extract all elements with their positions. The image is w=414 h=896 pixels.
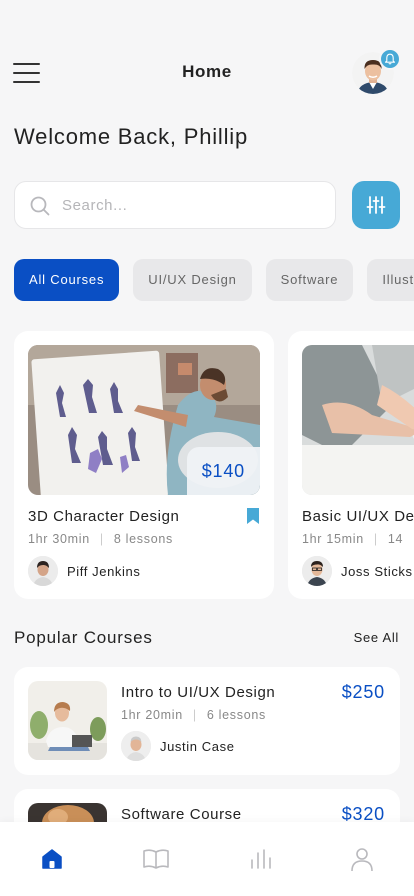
course-lessons: 8 lessons bbox=[113, 532, 173, 546]
chip-software[interactable]: Software bbox=[265, 259, 354, 301]
popular-courses-heading: Popular Courses bbox=[14, 628, 153, 647]
top-header: Home bbox=[0, 48, 414, 98]
course-card[interactable]: $140 3D Character Design 1hr 30min | 8 les… bbox=[14, 331, 274, 599]
profile-avatar[interactable] bbox=[352, 48, 401, 96]
course-card[interactable]: Basic UI/UX De 1hr 15min | 14 Joss Sticks bbox=[288, 331, 414, 599]
filter-button[interactable] bbox=[352, 181, 400, 229]
search-bar[interactable] bbox=[14, 181, 336, 229]
course-lessons: 14 bbox=[387, 532, 404, 546]
bottom-tab-bar bbox=[0, 822, 414, 896]
category-chips: All Courses UI/UX Design Software Illust bbox=[14, 259, 414, 301]
course-price: $140 bbox=[186, 447, 260, 495]
bookmark-icon[interactable] bbox=[246, 507, 260, 525]
course-author: Justin Case bbox=[121, 731, 235, 761]
search-input[interactable] bbox=[62, 182, 327, 228]
course-thumbnail bbox=[302, 345, 414, 495]
course-title: Intro to UI/UX Design bbox=[121, 684, 276, 701]
bell-icon bbox=[384, 53, 396, 65]
tab-profile[interactable] bbox=[347, 844, 377, 874]
chip-all-courses[interactable]: All Courses bbox=[14, 259, 120, 301]
notification-badge[interactable] bbox=[379, 48, 401, 70]
home-icon bbox=[42, 849, 62, 869]
course-title: Software Course bbox=[121, 806, 242, 823]
course-meta: 1hr 15min | 14 bbox=[302, 532, 403, 546]
course-author: Joss Sticks bbox=[302, 556, 413, 586]
course-duration: 1hr 15min bbox=[302, 532, 364, 546]
chip-ui-ux-design[interactable]: UI/UX Design bbox=[133, 259, 252, 301]
profile-icon bbox=[351, 848, 373, 872]
course-author: Piff Jenkins bbox=[28, 556, 140, 586]
author-avatar bbox=[121, 731, 151, 761]
author-name: Justin Case bbox=[160, 738, 235, 754]
course-meta: 1hr 30min | 8 lessons bbox=[28, 532, 173, 546]
featured-course-carousel: $140 3D Character Design 1hr 30min | 8 les… bbox=[14, 331, 414, 599]
popular-course-item[interactable]: Intro to UI/UX Design $250 1hr 20min | 6 l… bbox=[14, 667, 400, 775]
course-meta: 1hr 20min | 6 lessons bbox=[121, 708, 266, 722]
course-price: $250 bbox=[341, 682, 385, 702]
search-icon bbox=[30, 196, 50, 216]
author-name: Joss Sticks bbox=[341, 563, 413, 579]
course-lessons: 6 lessons bbox=[206, 708, 266, 722]
course-duration: 1hr 20min bbox=[121, 708, 183, 722]
see-all-link[interactable]: See All bbox=[354, 630, 399, 645]
welcome-heading: Welcome Back, Phillip bbox=[14, 124, 249, 149]
sliders-icon bbox=[366, 196, 386, 214]
course-thumbnail: $140 bbox=[28, 345, 260, 495]
chip-illustration[interactable]: Illust bbox=[367, 259, 414, 301]
course-title: 3D Character Design bbox=[28, 508, 180, 525]
book-icon bbox=[143, 849, 169, 869]
author-avatar bbox=[28, 556, 58, 586]
meta-separator: | bbox=[99, 532, 104, 546]
tab-courses[interactable] bbox=[141, 844, 171, 874]
course-thumbnail bbox=[28, 681, 107, 760]
author-avatar bbox=[302, 556, 332, 586]
author-name: Piff Jenkins bbox=[67, 563, 141, 579]
course-title: Basic UI/UX De bbox=[302, 508, 414, 525]
stats-icon bbox=[251, 849, 271, 869]
tab-stats[interactable] bbox=[245, 844, 275, 874]
course-duration: 1hr 30min bbox=[28, 532, 90, 546]
tab-home[interactable] bbox=[37, 844, 67, 874]
meta-separator: | bbox=[373, 532, 378, 546]
meta-separator: | bbox=[192, 708, 197, 722]
